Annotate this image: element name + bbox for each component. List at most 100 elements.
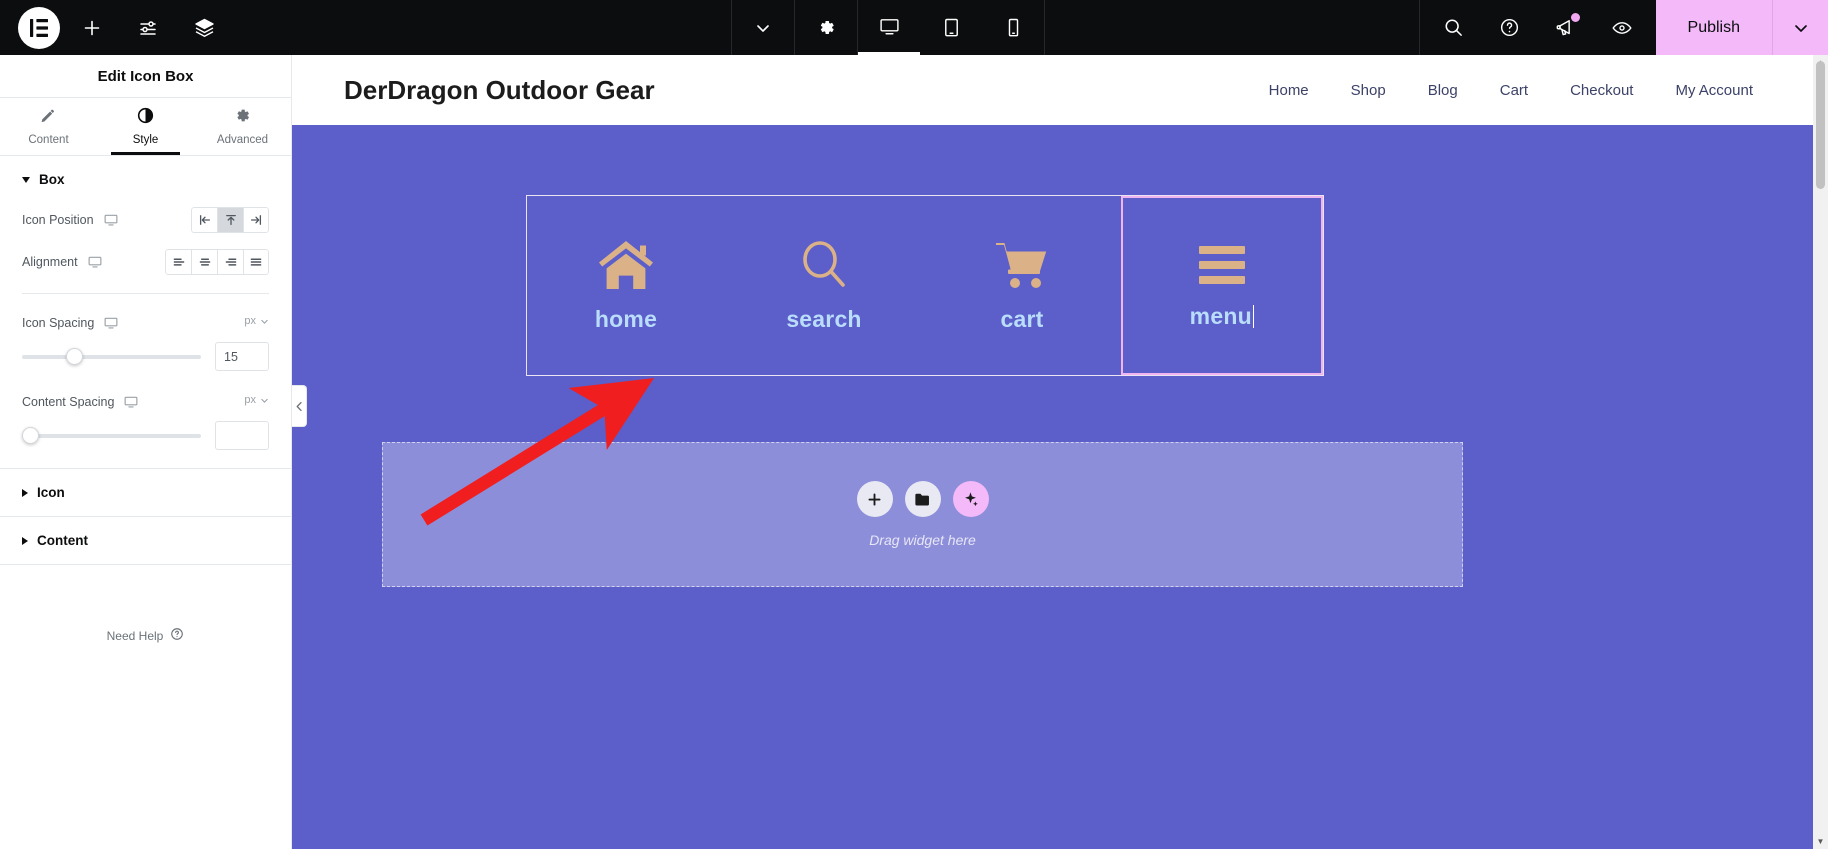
nav-item-checkout[interactable]: Checkout — [1570, 82, 1633, 99]
icon-position-top-button[interactable] — [217, 207, 243, 233]
desktop-icon[interactable] — [104, 316, 118, 330]
editor-canvas: DerDragon Outdoor Gear Home Shop Blog Ca… — [292, 55, 1813, 849]
sliders-icon[interactable] — [124, 0, 172, 55]
slider-thumb[interactable] — [22, 427, 39, 444]
content-spacing-unit-label: px — [244, 394, 256, 406]
icon-box-widget-cart[interactable]: cart — [923, 196, 1121, 375]
elementor-editor: Publish Edit Icon Box Content — [0, 0, 1828, 849]
need-help-label: Need Help — [107, 629, 164, 643]
gear-icon — [234, 107, 251, 129]
nav-item-my-account[interactable]: My Account — [1675, 82, 1753, 99]
desktop-icon[interactable] — [124, 395, 138, 409]
site-header: DerDragon Outdoor Gear Home Shop Blog Ca… — [292, 55, 1813, 125]
icon-spacing-slider[interactable] — [22, 347, 201, 367]
hamburger-menu-icon — [1195, 242, 1249, 288]
alignment-justify-button[interactable] — [243, 249, 269, 275]
tab-style[interactable]: Style — [97, 98, 194, 155]
editor-topbar: Publish — [0, 0, 1828, 55]
site-title: DerDragon Outdoor Gear — [344, 75, 655, 106]
alignment-right-button[interactable] — [217, 249, 243, 275]
tab-advanced[interactable]: Advanced — [194, 98, 291, 155]
tab-advanced-label: Advanced — [217, 134, 268, 146]
chevron-right-icon — [22, 489, 28, 497]
icon-box-widget-menu[interactable]: menu — [1121, 196, 1323, 375]
content-spacing-slider[interactable] — [22, 426, 201, 446]
section-icon-title: Icon — [37, 485, 65, 500]
control-alignment: Alignment — [22, 245, 269, 279]
question-circle-icon[interactable] — [1482, 0, 1538, 55]
publish-options-chevron-down-icon[interactable] — [1772, 0, 1828, 55]
nav-item-blog[interactable]: Blog — [1428, 82, 1458, 99]
icon-box-title-menu[interactable]: menu — [1190, 303, 1255, 330]
device-tablet-button[interactable] — [920, 0, 982, 55]
section-icon-header[interactable]: Icon — [0, 469, 291, 516]
plus-icon[interactable] — [68, 0, 116, 55]
tab-content-label: Content — [28, 134, 68, 146]
nav-item-shop[interactable]: Shop — [1351, 82, 1386, 99]
icon-position-label: Icon Position — [22, 213, 94, 227]
icon-spacing-unit-selector[interactable]: px — [244, 315, 269, 327]
slider-track — [22, 434, 201, 438]
need-help-link[interactable]: Need Help — [0, 627, 291, 644]
eye-icon[interactable] — [1594, 0, 1650, 55]
topbar-left-group — [0, 0, 228, 55]
icon-box-section[interactable]: home search — [526, 195, 1324, 376]
chevron-right-icon — [22, 537, 28, 545]
alignment-left-button[interactable] — [165, 249, 191, 275]
page-scrollbar[interactable]: ▲ ▼ — [1813, 55, 1828, 849]
desktop-icon[interactable] — [88, 255, 102, 269]
widget-dropzone[interactable]: Drag widget here — [382, 442, 1463, 587]
tab-style-label: Style — [133, 134, 159, 146]
icon-position-right-button[interactable] — [243, 207, 269, 233]
divider — [22, 293, 269, 294]
section-content-header[interactable]: Content — [0, 517, 291, 564]
content-spacing-unit-selector[interactable]: px — [244, 394, 269, 406]
icon-box-widget-search[interactable]: search — [725, 196, 923, 375]
ai-button[interactable] — [953, 481, 989, 517]
alignment-label: Alignment — [22, 255, 78, 269]
icon-box-title-search: search — [786, 306, 861, 333]
open-library-button[interactable] — [905, 481, 941, 517]
section-box-body: Icon Position — [0, 203, 291, 468]
icon-spacing-input[interactable] — [215, 342, 269, 371]
panel-tabs: Content Style Advanced — [0, 98, 291, 156]
layers-icon[interactable] — [180, 0, 228, 55]
section-box-header[interactable]: Box — [0, 156, 291, 203]
content-spacing-input[interactable] — [215, 421, 269, 450]
question-circle-icon — [170, 627, 184, 644]
search-icon[interactable] — [1426, 0, 1482, 55]
notification-dot — [1571, 13, 1580, 22]
contrast-icon — [137, 107, 154, 129]
panel-collapse-handle[interactable] — [292, 385, 307, 427]
site-nav: Home Shop Blog Cart Checkout My Account — [1269, 82, 1753, 99]
device-switcher — [731, 0, 1045, 55]
publish-button[interactable]: Publish — [1656, 0, 1772, 55]
icon-box-widget-home[interactable]: home — [527, 196, 725, 375]
text-cursor — [1253, 305, 1255, 328]
device-desktop-button[interactable] — [858, 0, 920, 55]
section-box-title: Box — [39, 172, 65, 187]
scrollbar-thumb[interactable] — [1816, 61, 1825, 189]
icon-position-left-button[interactable] — [191, 207, 217, 233]
megaphone-icon[interactable] — [1538, 0, 1594, 55]
alignment-center-button[interactable] — [191, 249, 217, 275]
dropzone-buttons — [857, 481, 989, 517]
icon-box-title-menu-text: menu — [1190, 303, 1252, 330]
control-icon-spacing: Icon Spacing px — [22, 306, 269, 371]
elementor-logo-icon[interactable] — [18, 7, 60, 49]
scroll-down-icon[interactable]: ▼ — [1813, 834, 1828, 849]
nav-item-home[interactable]: Home — [1269, 82, 1309, 99]
section-content-title: Content — [37, 533, 88, 548]
slider-thumb[interactable] — [66, 348, 83, 365]
pencil-icon — [40, 107, 57, 129]
add-element-button[interactable] — [857, 481, 893, 517]
alignment-buttons — [165, 249, 269, 275]
tab-content[interactable]: Content — [0, 98, 97, 155]
topbar-chevron-down-icon[interactable] — [732, 0, 794, 55]
device-mobile-button[interactable] — [982, 0, 1044, 55]
home-icon — [597, 239, 655, 291]
nav-item-cart[interactable]: Cart — [1500, 82, 1528, 99]
desktop-icon[interactable] — [104, 213, 118, 227]
topbar-gear-icon[interactable] — [795, 0, 857, 55]
chevron-down-icon — [22, 177, 30, 183]
